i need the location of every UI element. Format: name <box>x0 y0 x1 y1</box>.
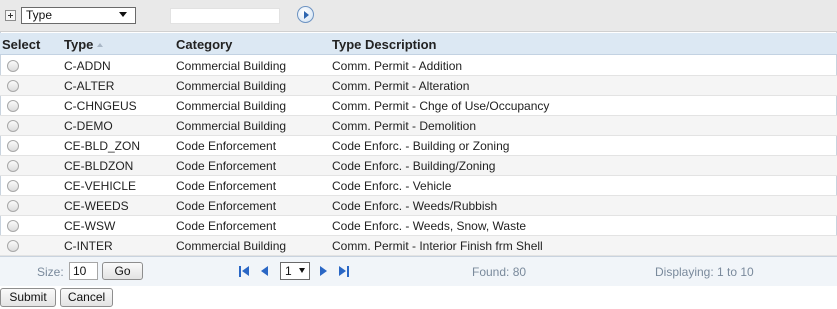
dropdown-arrow-icon <box>119 12 127 17</box>
cell-category: Commercial Building <box>176 59 287 73</box>
cell-description: Comm. Permit - Alteration <box>332 79 470 93</box>
page-size-input[interactable]: 10 <box>69 262 98 280</box>
table-row[interactable]: C-ALTER Commercial Building Comm. Permit -… <box>0 76 837 96</box>
cell-category: Code Enforcement <box>176 159 277 173</box>
row-select-radio[interactable] <box>7 120 19 132</box>
row-select-radio[interactable] <box>7 140 19 152</box>
row-select-radio[interactable] <box>7 60 19 72</box>
table-row[interactable]: CE-VEHICLE Code Enforcement Code Enforc. -… <box>0 176 837 196</box>
row-select-radio[interactable] <box>7 80 19 92</box>
page-dropdown-arrow-icon <box>299 268 305 273</box>
row-select-radio[interactable] <box>7 240 19 252</box>
cell-description: Code Enforc. - Weeds, Snow, Waste <box>332 219 527 233</box>
grid-header: Select Type Category Type Description <box>0 33 837 55</box>
prev-page-icon[interactable] <box>261 266 268 276</box>
cell-type: CE-BLDZON <box>64 159 134 173</box>
cell-category: Code Enforcement <box>176 199 277 213</box>
page-number-select[interactable]: 1 <box>280 262 310 280</box>
cell-description: Code Enforc. - Building/Zoning <box>332 159 496 173</box>
table-row[interactable]: C-ADDN Commercial Building Comm. Permit - … <box>0 56 837 76</box>
cell-description: Comm. Permit - Chge of Use/Occupancy <box>332 99 550 113</box>
cell-type: C-INTER <box>64 239 113 253</box>
filter-bar: Type <box>0 0 837 32</box>
cell-type: C-ADDN <box>64 59 111 73</box>
row-select-radio[interactable] <box>7 200 19 212</box>
filter-field-value: Type <box>26 8 53 22</box>
cell-category: Commercial Building <box>176 119 287 133</box>
cell-description: Code Enforc. - Weeds/Rubbish <box>332 199 498 213</box>
pager-bar: Size: 10 Go 1 Found: 80 Displaying: 1 to… <box>0 256 837 286</box>
column-header-select: Select <box>2 37 41 52</box>
table-row[interactable]: CE-BLD_ZON Code Enforcement Code Enforc. -… <box>0 136 837 156</box>
cell-description: Comm. Permit - Addition <box>332 59 463 73</box>
cell-type: CE-BLD_ZON <box>64 139 141 153</box>
cell-category: Code Enforcement <box>176 219 277 233</box>
table-row[interactable]: C-DEMO Commercial Building Comm. Permit - … <box>0 116 837 136</box>
cell-type: CE-WEEDS <box>64 199 129 213</box>
cell-type: C-ALTER <box>64 79 115 93</box>
expand-plus-icon[interactable] <box>5 10 16 21</box>
first-page-icon[interactable] <box>239 266 250 277</box>
cell-description: Code Enforc. - Building or Zoning <box>332 139 510 153</box>
cell-description: Comm. Permit - Demolition <box>332 119 477 133</box>
filter-field-select[interactable]: Type <box>21 7 136 24</box>
row-select-radio[interactable] <box>7 220 19 232</box>
page-number-value: 1 <box>285 264 292 278</box>
search-go-icon[interactable] <box>297 6 314 23</box>
displaying-range: Displaying: 1 to 10 <box>655 265 754 279</box>
row-select-radio[interactable] <box>7 180 19 192</box>
page-size-go-button[interactable]: Go <box>102 262 143 280</box>
cell-type: CE-WSW <box>64 219 116 233</box>
row-select-radio[interactable] <box>7 160 19 172</box>
found-count: Found: 80 <box>472 265 527 279</box>
table-row[interactable]: C-INTER Commercial Building Comm. Permit -… <box>0 236 837 256</box>
cell-description: Comm. Permit - Interior Finish frm Shell <box>332 239 543 253</box>
cell-type: C-DEMO <box>64 119 113 133</box>
cell-category: Code Enforcement <box>176 179 277 193</box>
cell-category: Commercial Building <box>176 79 287 93</box>
column-header-type-label: Type <box>64 37 94 52</box>
filter-search-input[interactable] <box>170 8 280 24</box>
column-header-type[interactable]: Type <box>64 37 104 52</box>
grid-rows: C-ADDN Commercial Building Comm. Permit - … <box>0 56 837 256</box>
cell-description: Code Enforc. - Vehicle <box>332 179 452 193</box>
table-row[interactable]: CE-BLDZON Code Enforcement Code Enforc. - … <box>0 156 837 176</box>
cell-type: CE-VEHICLE <box>64 179 137 193</box>
cell-type: C-CHNGEUS <box>64 99 137 113</box>
submit-button[interactable]: Submit <box>0 288 56 307</box>
last-page-icon[interactable] <box>339 266 350 277</box>
row-select-radio[interactable] <box>7 100 19 112</box>
table-row[interactable]: C-CHNGEUS Commercial Building Comm. Permit… <box>0 96 837 116</box>
table-row[interactable]: CE-WSW Code Enforcement Code Enforc. - Wee… <box>0 216 837 236</box>
next-page-icon[interactable] <box>320 266 327 276</box>
page-size-label: Size: <box>37 265 64 279</box>
column-header-category[interactable]: Category <box>176 37 232 52</box>
cancel-button[interactable]: Cancel <box>60 288 113 307</box>
cell-category: Code Enforcement <box>176 139 277 153</box>
cell-category: Commercial Building <box>176 239 287 253</box>
column-header-description[interactable]: Type Description <box>332 37 437 52</box>
sort-ascending-icon <box>97 43 104 47</box>
cell-category: Commercial Building <box>176 99 287 113</box>
table-row[interactable]: CE-WEEDS Code Enforcement Code Enforc. - W… <box>0 196 837 216</box>
